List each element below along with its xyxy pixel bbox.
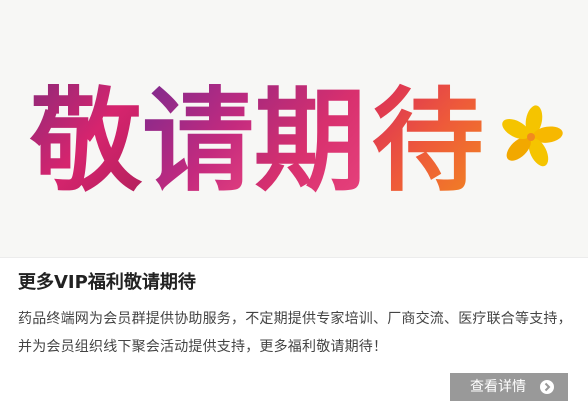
view-details-button[interactable]: 查看详情 <box>450 373 568 401</box>
card-description: 药品终端网为会员群提供协助服务，不定期提供专家培训、厂商交流、医疗联合等支持，并… <box>18 311 572 355</box>
banner-graphic: 敬 请 期 待 <box>29 77 563 207</box>
flower-icon <box>502 105 563 167</box>
headline-char-1: 敬 <box>29 77 143 207</box>
headline-char-2: 请 <box>142 77 254 207</box>
headline-art: 敬 请 期 待 <box>29 77 484 207</box>
chevron-right-icon <box>540 380 554 394</box>
view-details-label: 查看详情 <box>470 379 526 395</box>
promo-card: 敬 请 期 待 更多VIP福利敬请期待 药品终端网为会员群提供协助服务，不定期提… <box>0 0 588 418</box>
headline-char-4: 待 <box>372 77 484 207</box>
headline-char-3: 期 <box>254 77 366 207</box>
banner-image: 敬 请 期 待 <box>0 0 588 258</box>
card-title: 更多VIP福利敬请期待 <box>18 272 196 293</box>
